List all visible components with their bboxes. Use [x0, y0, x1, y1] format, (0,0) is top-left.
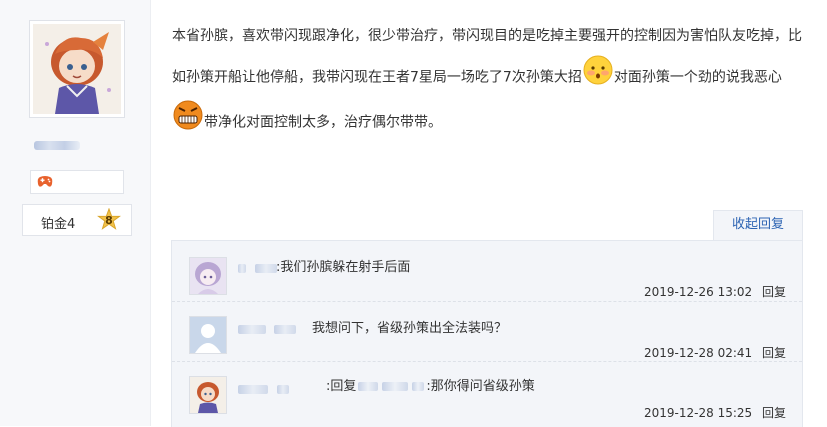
mention-redacted[interactable]	[412, 382, 425, 391]
collapse-replies-link[interactable]: 收起回复	[714, 211, 802, 239]
reply-body: :那你得问省级孙策	[426, 379, 535, 394]
post-text-part-2: 对面孙策一个劲的说我恶心	[613, 69, 782, 86]
anime-avatar-icon	[190, 377, 226, 413]
reply-text: :我们孙膑躲在射手后面	[276, 260, 411, 275]
reply-button[interactable]: 回复	[762, 346, 786, 360]
reply-username-redacted[interactable]	[238, 319, 297, 334]
reply-time: 2019-12-28 02:41	[644, 346, 753, 360]
shy-face-emoji-icon	[583, 55, 613, 100]
reply-avatar[interactable]	[189, 316, 227, 354]
level-label: 铂金4	[41, 217, 76, 232]
mention-redacted[interactable]	[358, 382, 379, 391]
reply-panel: :我们孙膑躲在射手后面 2019-12-26 13:02 回复 我想问下，省级孙…	[171, 240, 803, 427]
post-text-part-3: 带净化对面控制太多，治疗偶尔带带。	[204, 114, 442, 131]
mention-redacted[interactable]	[382, 382, 409, 391]
reply-avatar[interactable]	[189, 257, 227, 295]
reply-prefix: :回复	[326, 379, 357, 394]
reply-text: 我想问下，省级孙策出全法装吗？	[312, 321, 508, 336]
user-avatar[interactable]	[29, 20, 125, 118]
reply-meta: 2019-12-26 13:02 回复	[644, 283, 786, 300]
reply-meta: 2019-12-28 15:25 回复	[644, 404, 786, 421]
reply-username-redacted[interactable]	[238, 258, 278, 273]
reply-username-redacted[interactable]	[238, 379, 290, 394]
post-content: 本省孙膑，喜欢带闪现跟净化，很少带治疗，带闪现目的是吃掉主要强开的控制因为害怕队…	[172, 18, 802, 145]
reply-text: :回复 :那你得问省级孙策	[326, 375, 535, 394]
angry-face-emoji-icon	[173, 100, 203, 145]
gamepad-icon	[37, 176, 53, 187]
level-badge[interactable]: 铂金4 8	[22, 204, 132, 236]
user-sidebar: 铂金4 8	[0, 0, 151, 426]
reply-avatar[interactable]	[189, 376, 227, 414]
reply-time: 2019-12-26 13:02	[644, 285, 753, 299]
reply-time: 2019-12-28 15:25	[644, 406, 753, 420]
reply-item: :我们孙膑躲在射手后面 2019-12-26 13:02 回复	[172, 241, 802, 299]
reply-button[interactable]: 回复	[762, 285, 786, 299]
reply-item: 我想问下，省级孙策出全法装吗？ 2019-12-28 02:41 回复	[172, 301, 802, 360]
badge-box	[30, 170, 124, 194]
default-user-avatar-icon	[190, 317, 226, 353]
username-redacted[interactable]	[34, 141, 80, 150]
collapse-replies-tab[interactable]: 收起回复	[713, 210, 803, 241]
reply-meta: 2019-12-28 02:41 回复	[644, 344, 786, 361]
reply-button[interactable]: 回复	[762, 406, 786, 420]
level-number: 8	[105, 214, 113, 227]
anime-girl-avatar-icon	[190, 258, 226, 294]
reply-item: :回复 :那你得问省级孙策 2019-12-28 15:25 回复	[172, 361, 802, 420]
anime-avatar-icon	[33, 24, 121, 114]
